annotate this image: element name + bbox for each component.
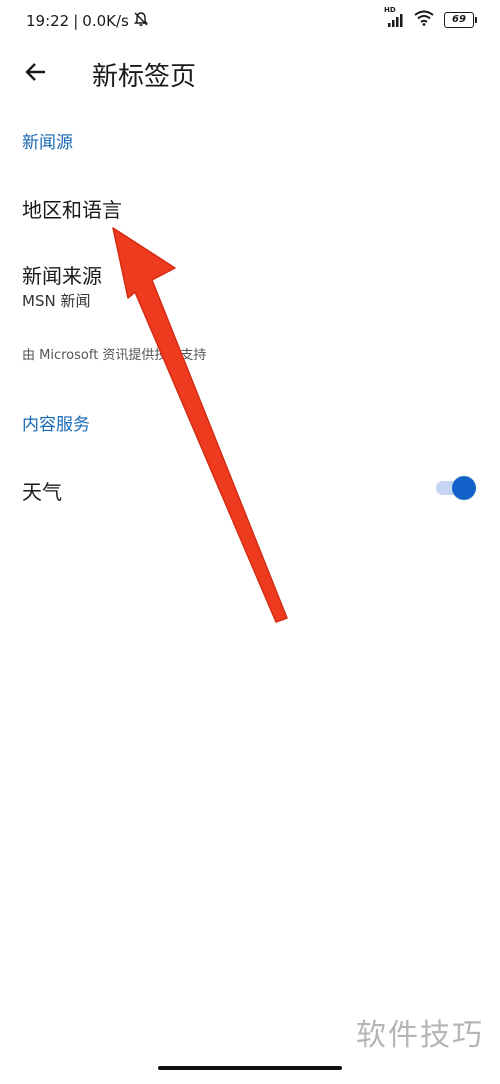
powered-by-footnote: 由 Microsoft 资讯提供技术支持 (22, 348, 207, 363)
status-network-speed: 0.0K/s (82, 12, 129, 30)
weather-label: 天气 (22, 480, 62, 504)
mute-alarm-icon (133, 11, 149, 31)
status-bar: 19:22 | 0.0K/s HD 69 (0, 0, 500, 44)
section-header-content-services: 内容服务 (22, 415, 90, 435)
news-source-row[interactable]: 新闻来源 MSN 新闻 (0, 250, 500, 320)
signal-icon: HD (384, 6, 404, 28)
watermark: 软件技巧 (356, 1018, 484, 1053)
weather-toggle[interactable] (434, 476, 476, 500)
status-right: HD 69 (384, 6, 477, 30)
status-left: 19:22 | 0.0K/s (26, 11, 149, 31)
status-time: 19:22 (26, 12, 70, 30)
header: 新标签页 (0, 44, 500, 104)
section-header-news-source: 新闻源 (22, 133, 73, 153)
back-button[interactable] (18, 56, 54, 92)
battery-icon: 69 (444, 12, 477, 28)
wifi-icon (414, 10, 434, 30)
weather-toggle-thumb (452, 476, 476, 500)
home-indicator[interactable] (158, 1066, 342, 1070)
region-language-label: 地区和语言 (22, 198, 122, 222)
region-language-row[interactable]: 地区和语言 (0, 180, 500, 236)
news-source-label: 新闻来源 (22, 264, 102, 288)
arrow-left-icon (24, 60, 48, 88)
news-source-value: MSN 新闻 (22, 292, 91, 310)
status-separator: | (73, 12, 79, 30)
annotation-arrow (112, 227, 288, 623)
page-title: 新标签页 (92, 62, 197, 92)
weather-row[interactable]: 天气 (0, 460, 500, 516)
screen: 19:22 | 0.0K/s HD 69 新标签页 新闻源 地区和语言 新闻来源… (0, 0, 500, 1084)
